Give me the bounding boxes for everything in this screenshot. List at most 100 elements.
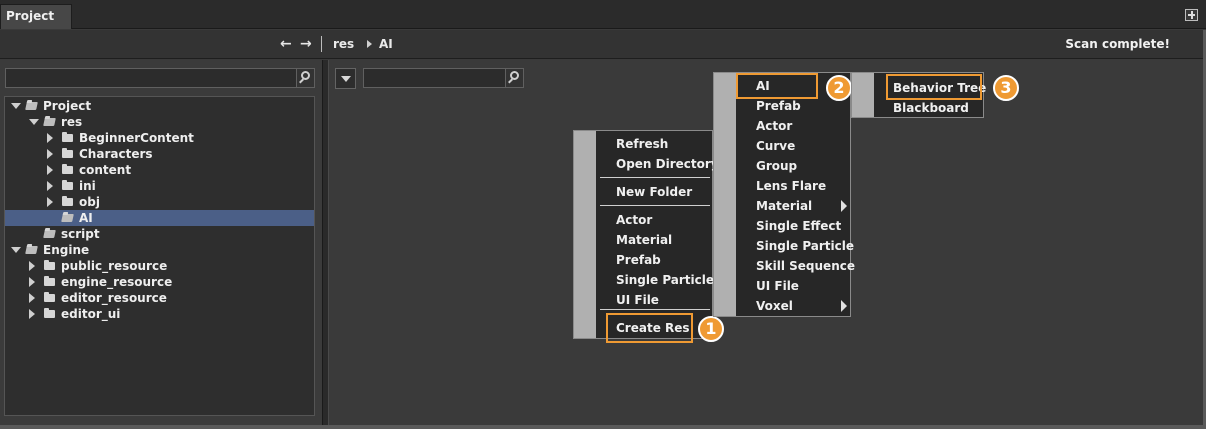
menu-item-actor[interactable]: Actor — [756, 116, 792, 136]
tree-item-ai[interactable]: AI — [5, 210, 314, 226]
tab-project[interactable]: Project — [0, 4, 72, 29]
menu-item-actor[interactable]: Actor — [616, 210, 652, 230]
tree-item-label: engine_resource — [61, 275, 173, 289]
folder-icon — [62, 180, 73, 190]
tree-item-content[interactable]: content — [5, 162, 314, 178]
folder-open-icon — [25, 246, 38, 254]
expand-right-icon[interactable] — [47, 133, 53, 143]
expand-right-icon[interactable] — [47, 181, 53, 191]
menu-item-curve[interactable]: Curve — [756, 136, 795, 156]
panel-splitter[interactable] — [322, 60, 329, 429]
expand-right-icon[interactable] — [29, 261, 35, 271]
menu-item-material[interactable]: Material — [616, 230, 672, 250]
tree-item-label: Engine — [43, 243, 90, 257]
menu-item-prefab[interactable]: Prefab — [756, 96, 801, 116]
menu-item-single-effect[interactable]: Single Effect — [756, 216, 841, 236]
menu-item-open-directory[interactable]: Open Directory — [616, 154, 719, 174]
tree-item-label: obj — [79, 195, 100, 209]
menu-item-prefab[interactable]: Prefab — [616, 250, 661, 270]
menu-item-refresh[interactable]: Refresh — [616, 134, 668, 154]
project-tree[interactable]: Project res BeginnerContent Characters conte… — [4, 96, 315, 416]
expand-right-icon[interactable] — [47, 197, 53, 207]
expand-down-icon[interactable] — [11, 103, 21, 109]
tab-bar: Project — [0, 0, 1206, 29]
menu-separator — [600, 205, 710, 206]
tree-item-label: script — [61, 227, 100, 241]
asset-search-input[interactable] — [363, 68, 524, 88]
expand-right-icon[interactable] — [29, 309, 35, 319]
menu-item-blackboard[interactable]: Blackboard — [893, 98, 969, 118]
status-text: Scan complete! — [1065, 37, 1170, 51]
highlight-box — [886, 74, 982, 100]
tree-item-script[interactable]: script — [5, 226, 314, 242]
menu-separator — [600, 177, 710, 178]
tree-item-label: res — [61, 115, 83, 129]
tree-item-label: Characters — [79, 147, 153, 161]
highlight-box — [606, 313, 693, 343]
project-tree-panel: Project res BeginnerContent Characters conte… — [0, 60, 322, 429]
menu-item-lens-flare[interactable]: Lens Flare — [756, 176, 826, 196]
expand-down-icon[interactable] — [29, 119, 39, 125]
tree-item-characters[interactable]: Characters — [5, 146, 314, 162]
folder-icon — [44, 308, 55, 318]
step-badge: 3 — [993, 75, 1019, 101]
breadcrumb-ai[interactable]: AI — [379, 37, 393, 51]
menu-item-single-particle[interactable]: Single Particle — [756, 236, 854, 256]
search-button[interactable] — [505, 69, 523, 87]
tree-item-res[interactable]: res — [5, 114, 314, 130]
folder-open-icon — [61, 214, 74, 222]
search-icon — [510, 71, 519, 80]
submenu-arrow-icon — [841, 300, 847, 312]
expand-right-icon[interactable] — [47, 149, 53, 159]
folder-icon — [44, 276, 55, 286]
tree-item-public-resource[interactable]: public_resource — [5, 258, 314, 274]
tree-search-input[interactable] — [5, 68, 315, 88]
pin-icon[interactable] — [1185, 9, 1198, 21]
expand-down-icon[interactable] — [11, 247, 21, 253]
tree-item-editor-resource[interactable]: editor_resource — [5, 290, 314, 306]
menu-item-single-particle[interactable]: Single Particle — [616, 270, 714, 290]
submenu-arrow-icon — [841, 200, 847, 212]
tree-item-ini[interactable]: ini — [5, 178, 314, 194]
tree-item-label: ini — [79, 179, 96, 193]
tree-item-editor-ui[interactable]: editor_ui — [5, 306, 314, 322]
folder-open-icon — [43, 118, 56, 126]
tree-item-label: editor_resource — [61, 291, 167, 305]
tree-item-label: editor_ui — [61, 307, 121, 321]
menu-item-group[interactable]: Group — [756, 156, 797, 176]
menu-item-material[interactable]: Material — [756, 196, 812, 216]
menu-gutter — [574, 131, 596, 338]
menu-item-voxel[interactable]: Voxel — [756, 296, 793, 316]
forward-arrow-icon[interactable]: → — [300, 36, 312, 52]
tree-item-label: Project — [43, 99, 92, 113]
folder-icon — [44, 292, 55, 302]
tree-item-beginnercontent[interactable]: BeginnerContent — [5, 130, 314, 146]
tree-item-engine-resource[interactable]: engine_resource — [5, 274, 314, 290]
folder-open-icon — [43, 230, 56, 238]
menu-item-ui-file[interactable]: UI File — [616, 290, 659, 310]
menu-gutter — [714, 73, 736, 316]
menu-item-skill-sequence[interactable]: Skill Sequence — [756, 256, 855, 276]
breadcrumb-res[interactable]: res — [333, 37, 354, 51]
context-menu: Refresh Open Directory New Folder Actor Mate… — [573, 130, 724, 343]
back-arrow-icon[interactable]: ← — [280, 36, 292, 52]
filter-dropdown-button[interactable] — [335, 68, 356, 89]
window-bottom-border — [0, 425, 1206, 429]
menu-item-new-folder[interactable]: New Folder — [616, 182, 692, 202]
toolbar: ← → res AI Scan complete! — [0, 30, 1206, 59]
step-badge: 2 — [826, 75, 852, 101]
search-button[interactable] — [296, 69, 314, 87]
tree-item-label: BeginnerContent — [79, 131, 194, 145]
step-badge: 1 — [698, 316, 724, 342]
tree-item-engine[interactable]: Engine — [5, 242, 314, 258]
tree-item-obj[interactable]: obj — [5, 194, 314, 210]
tree-item-label: content — [79, 163, 132, 177]
expand-right-icon[interactable] — [47, 165, 53, 175]
ai-submenu: Behavior Tree 3 Blackboard — [851, 72, 1019, 118]
expand-right-icon[interactable] — [29, 277, 35, 287]
menu-item-ui-file[interactable]: UI File — [756, 276, 799, 296]
tree-item-project[interactable]: Project — [5, 98, 314, 114]
breadcrumb-chevron-icon — [367, 40, 372, 48]
folder-open-icon — [25, 102, 38, 110]
expand-right-icon[interactable] — [29, 293, 35, 303]
